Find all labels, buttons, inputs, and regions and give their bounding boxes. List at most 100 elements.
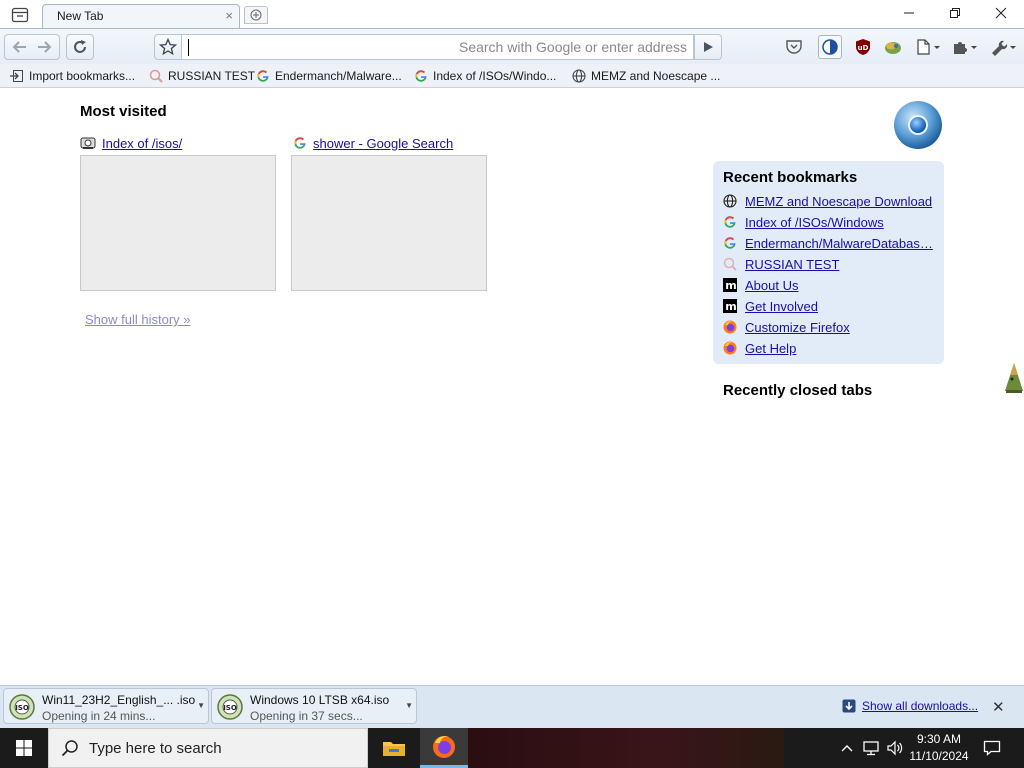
wrench-menu-button[interactable] (988, 37, 1020, 57)
tab-list-button[interactable] (6, 4, 34, 26)
start-button[interactable] (0, 728, 48, 768)
volume-button[interactable] (884, 728, 906, 768)
puzzle-icon (954, 42, 977, 54)
window-close-button[interactable] (978, 0, 1024, 26)
svg-text:m: m (725, 279, 736, 292)
recent-bookmark-item[interactable]: m About Us (723, 276, 798, 294)
google-icon (414, 69, 428, 83)
globe-icon (572, 69, 586, 83)
extension-button[interactable] (882, 37, 904, 57)
clock-date: 11/10/2024 (909, 749, 969, 763)
download-item[interactable]: ISO Windows 10 LTSB x64.iso Opening in 3… (211, 688, 417, 724)
svg-text:uD: uD (858, 44, 869, 52)
notification-icon (983, 740, 1001, 756)
recent-bookmark-link[interactable]: Endermanch/MalwareDatabas… (745, 236, 933, 251)
pocket-icon (786, 40, 802, 54)
thumbnail[interactable] (80, 155, 276, 291)
recent-bookmark-item[interactable]: Endermanch/MalwareDatabas… (723, 234, 933, 252)
bookmark-label: Import bookmarks... (29, 69, 136, 83)
text-caret (188, 39, 189, 56)
firefox-icon (723, 320, 737, 334)
firefox-taskbar-button[interactable] (420, 728, 468, 768)
taskbar-search-box[interactable]: Type here to search (48, 728, 368, 768)
dark-mode-button[interactable] (818, 35, 842, 59)
taskbar-search-placeholder: Type here to search (89, 739, 222, 757)
chevron-down-icon[interactable]: ▼ (197, 701, 205, 710)
bookmark-label: Index of /ISOs/Windo... (433, 69, 557, 83)
windows-logo-icon (16, 740, 32, 756)
recent-bookmark-link[interactable]: RUSSIAN TEST (745, 257, 839, 272)
bookmark-label: Endermanch/Malware... (275, 69, 402, 83)
recent-bookmark-item[interactable]: Get Help (723, 339, 796, 357)
ublock-button[interactable]: uD (852, 37, 874, 57)
network-button[interactable] (860, 728, 882, 768)
google-icon (723, 215, 737, 229)
go-button[interactable] (694, 34, 722, 60)
show-all-downloads-link[interactable]: Show all downloads... (862, 699, 978, 713)
bookmark-import[interactable]: Import bookmarks... (10, 67, 135, 85)
download-item[interactable]: ISO Win11_23H2_English_... .iso Opening … (3, 688, 209, 724)
chevron-down-icon[interactable]: ▼ (405, 701, 413, 710)
desktop-pet-icon (1005, 363, 1023, 393)
most-visited-item[interactable]: Index of /isos/ (80, 133, 276, 291)
bookmark-endermanch[interactable]: Endermanch/Malware... (256, 67, 402, 85)
minimize-icon (904, 12, 914, 14)
bookmark-label: MEMZ and Noescape ... (591, 69, 721, 83)
recent-bookmark-link[interactable]: Get Involved (745, 299, 818, 314)
tab-new-tab[interactable]: New Tab × (42, 4, 240, 28)
recent-bookmark-item[interactable]: Index of /ISOs/Windows (723, 213, 884, 231)
recent-bookmark-link[interactable]: About Us (745, 278, 798, 293)
iso-file-icon: ISO (217, 694, 243, 720)
extensions-menu-button[interactable] (950, 37, 982, 57)
taskbar-clock[interactable]: 9:30 AM 11/10/2024 (904, 731, 974, 765)
clock-time: 9:30 AM (916, 732, 962, 746)
recent-bookmark-item[interactable]: RUSSIAN TEST (723, 255, 839, 273)
action-center-button[interactable] (980, 728, 1004, 768)
recent-bookmark-item[interactable]: MEMZ and Noescape Download (723, 192, 932, 210)
svg-text:ISO: ISO (15, 704, 29, 712)
folder-icon (383, 742, 405, 756)
most-visited-link[interactable]: Index of /isos/ (102, 136, 182, 151)
recent-bookmark-link[interactable]: Index of /ISOs/Windows (745, 215, 884, 230)
bookmark-star-button[interactable] (154, 34, 182, 60)
bookmark-russian-test[interactable]: RUSSIAN TEST (149, 67, 255, 85)
thumbnail[interactable] (291, 155, 487, 291)
bookmark-label: RUSSIAN TEST (168, 69, 256, 83)
show-all-downloads[interactable]: Show all downloads... (842, 699, 978, 713)
thumbnail-header: Index of /isos/ (80, 133, 276, 153)
navigation-toolbar: uD (0, 28, 1024, 64)
recent-bookmark-link[interactable]: Get Help (745, 341, 796, 356)
close-icon[interactable]: × (225, 8, 233, 23)
recent-bookmark-link[interactable]: MEMZ and Noescape Download (745, 194, 932, 209)
chevron-up-icon (841, 745, 853, 752)
new-tab-button[interactable] (244, 6, 268, 24)
download-status: Opening in 24 mins... (42, 709, 156, 723)
google-icon (723, 236, 737, 250)
import-icon (10, 69, 24, 83)
recent-bookmark-item[interactable]: Customize Firefox (723, 318, 850, 336)
close-icon[interactable]: ✕ (992, 698, 1005, 716)
mozilla-icon: m (723, 278, 737, 292)
most-visited-item[interactable]: shower - Google Search (291, 133, 487, 291)
pocket-button[interactable] (783, 37, 805, 57)
bookmark-memz[interactable]: MEMZ and Noescape ... (572, 67, 720, 85)
back-forward-buttons (4, 34, 60, 60)
show-full-history-link[interactable]: Show full history » (85, 312, 191, 327)
search-icon (723, 257, 737, 271)
recent-bookmark-link[interactable]: Customize Firefox (745, 320, 850, 335)
bookmark-index-isos[interactable]: Index of /ISOs/Windo... (414, 67, 556, 85)
restore-icon (950, 8, 960, 18)
file-explorer-button[interactable] (370, 728, 418, 768)
recent-bookmark-item[interactable]: m Get Involved (723, 297, 818, 315)
reload-button[interactable] (66, 34, 94, 60)
thumbnail-header: shower - Google Search (291, 133, 487, 153)
minimize-button[interactable] (886, 0, 932, 26)
recent-bookmarks-title: Recent bookmarks (723, 169, 858, 186)
tab-list-icon (11, 7, 29, 23)
address-input[interactable] (182, 35, 693, 59)
most-visited-link[interactable]: shower - Google Search (313, 136, 453, 151)
page-menu-button[interactable] (914, 37, 944, 57)
restore-button[interactable] (932, 0, 978, 26)
show-hidden-icons-button[interactable] (838, 728, 856, 768)
address-bar[interactable] (182, 34, 694, 60)
